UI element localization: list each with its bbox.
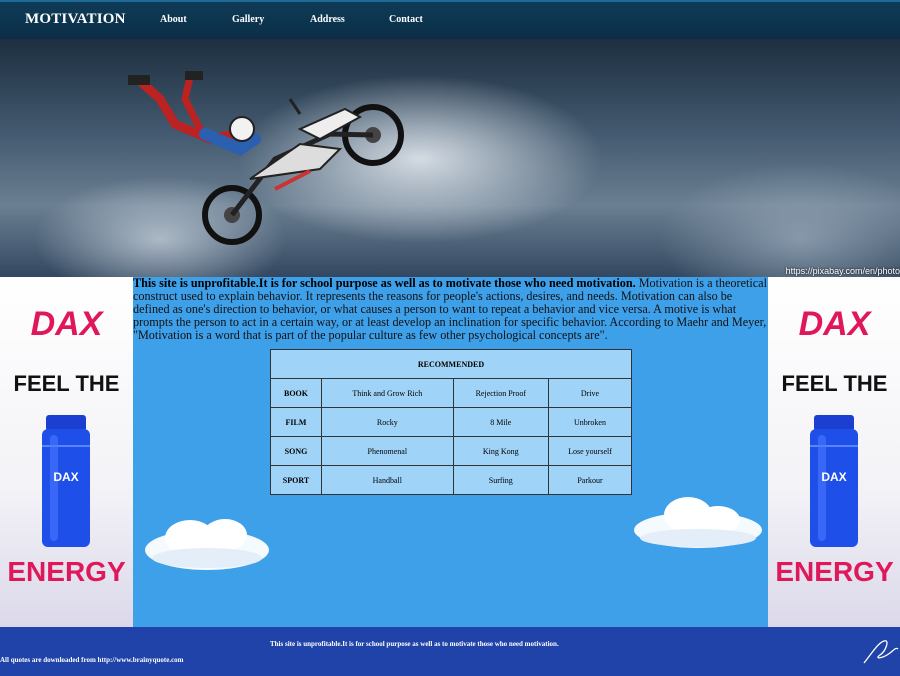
table-row: FILM Rocky 8 Mile Unbroken [270, 407, 633, 437]
table-header-row: RECOMMENDED [270, 349, 632, 379]
ad-banner-left[interactable]: DAX FEEL THE DAX ENERGY [0, 277, 133, 627]
ad-banner-right[interactable]: DAX FEEL THE DAX ENERGY [768, 277, 900, 627]
table-header: RECOMMENDED [270, 349, 632, 379]
ad-line-1: FEEL THE [781, 371, 888, 396]
photo-credit[interactable]: https://pixabay.com/en/photo [786, 266, 900, 276]
table-row: SONG Phenomenal King Kong Lose yourself [270, 436, 633, 466]
table-category: BOOK [270, 378, 322, 408]
hero-banner: https://pixabay.com/en/photo [0, 39, 900, 277]
recommended-table: RECOMMENDED BOOK Think and Grow Rich Rej… [270, 349, 633, 495]
ad-line-2: ENERGY [7, 556, 126, 587]
table-category: FILM [270, 407, 322, 437]
site-logo[interactable]: MOTIVATION [25, 11, 126, 28]
table-cell: 8 Mile [452, 407, 549, 437]
motocross-rider-photo [128, 71, 404, 245]
ad-brand: DAX [798, 305, 871, 343]
cloud-icon [145, 519, 269, 570]
table-cell: Drive [547, 378, 633, 408]
footer-quotes-source[interactable]: All quotes are downloaded from http://ww… [0, 656, 184, 664]
table-row: BOOK Think and Grow Rich Rejection Proof… [270, 378, 633, 408]
table-cell: Think and Grow Rich [321, 378, 454, 408]
ad-line-1: FEEL THE [13, 371, 120, 396]
top-navbar: MOTIVATION About Gallery Address Contact [0, 0, 900, 39]
ad-brand: DAX [30, 305, 103, 343]
bottle-brand: DAX [53, 470, 78, 484]
table-cell: Phenomenal [321, 436, 454, 466]
signature-icon [863, 640, 899, 664]
table-cell: King Kong [452, 436, 549, 466]
table-cell: Unbroken [547, 407, 633, 437]
intro-bold: This site is unprofitable.It is for scho… [133, 276, 636, 290]
table-category: SONG [270, 436, 322, 466]
table-cell: Lose yourself [547, 436, 633, 466]
nav-link-about[interactable]: About [160, 14, 187, 25]
table-cell: Parkour [547, 465, 633, 495]
table-cell: Rejection Proof [452, 378, 549, 408]
footer-disclaimer: This site is unprofitable.It is for scho… [270, 640, 559, 648]
table-cell: Surfing [452, 465, 549, 495]
intro-paragraph: This site is unprofitable.It is for scho… [133, 277, 768, 342]
footer: This site is unprofitable.It is for scho… [0, 627, 900, 676]
table-category: SPORT [270, 465, 322, 495]
table-cell: Handball [321, 465, 454, 495]
table-cell: Rocky [321, 407, 454, 437]
nav-link-contact[interactable]: Contact [389, 14, 423, 25]
table-row: SPORT Handball Surfing Parkour [270, 465, 633, 495]
bottle-image: DAX [810, 415, 858, 547]
bottle-brand: DAX [821, 470, 846, 484]
nav-link-address[interactable]: Address [310, 14, 345, 25]
ad-line-2: ENERGY [775, 556, 894, 587]
cloud-icon [634, 497, 762, 548]
nav-link-gallery[interactable]: Gallery [232, 14, 264, 25]
bottle-image: DAX [42, 415, 90, 547]
